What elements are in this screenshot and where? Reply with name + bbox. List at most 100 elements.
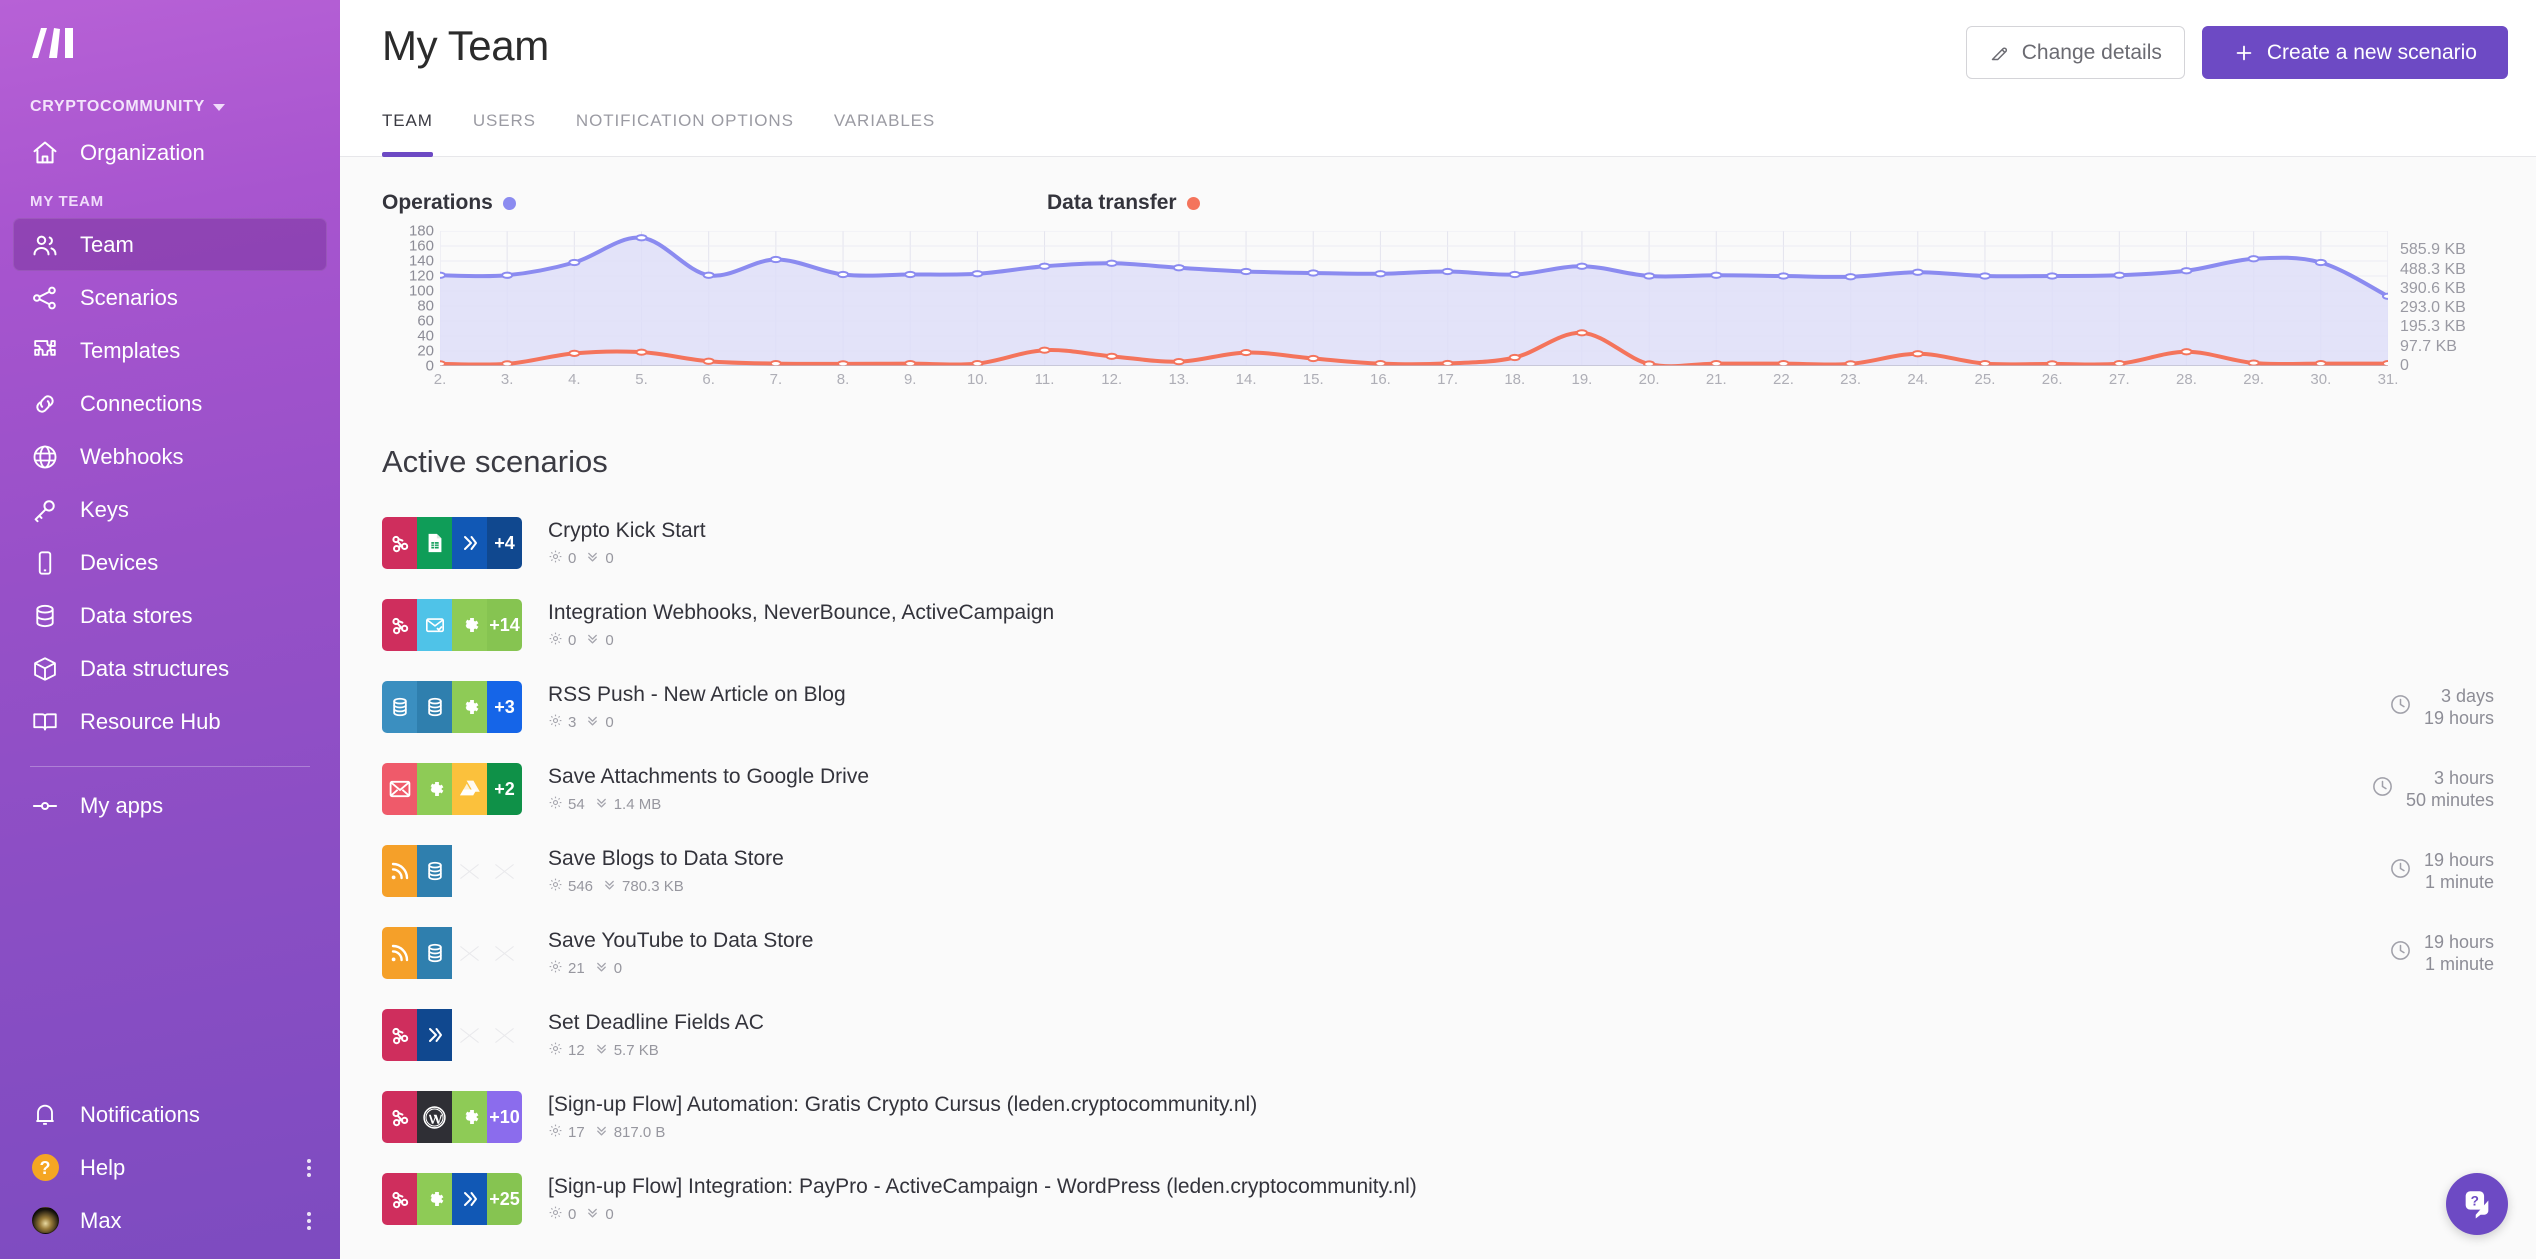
scenario-name[interactable]: [Sign-up Flow] Automation: Gratis Crypto… — [548, 1093, 1257, 1117]
scenario-row[interactable]: Set Deadline Fields AC 12 5.7 KB — [382, 994, 2494, 1076]
tile-mail-check-icon — [417, 599, 452, 651]
apps-node-icon — [30, 791, 60, 821]
tile-empty — [452, 927, 487, 979]
x-axis-tick: 14. — [1235, 371, 1257, 388]
scenario-transfer: 5.7 KB — [594, 1041, 659, 1060]
sidebar-item-label: Organization — [80, 139, 205, 165]
tile-database-icon — [382, 681, 417, 733]
y-axis-right-tick: 488.3 KB — [2400, 260, 2466, 278]
scenario-info: Crypto Kick Start 0 0 — [548, 519, 706, 568]
book-icon — [30, 707, 60, 737]
y-axis-right-tick: 195.3 KB — [2400, 318, 2466, 336]
sidebar-item-team[interactable]: Team — [13, 218, 327, 271]
x-axis-tick: 3. — [500, 371, 514, 388]
scenario-name[interactable]: Save Blogs to Data Store — [548, 847, 784, 871]
tab-team[interactable]: TEAM — [382, 103, 453, 157]
tile-google-sheets-icon — [417, 517, 452, 569]
sidebar-item-label: Connections — [80, 390, 203, 416]
help-chat-icon: ? — [2465, 1191, 2489, 1219]
sidebar-item-my-apps[interactable]: My apps — [13, 779, 327, 832]
tile-empty — [487, 927, 522, 979]
y-axis-right-tick: 585.9 KB — [2400, 241, 2466, 259]
user-menu-button[interactable] — [307, 1211, 311, 1230]
sidebar-item-user[interactable]: Max — [13, 1194, 327, 1247]
scenario-name[interactable]: RSS Push - New Article on Blog — [548, 683, 846, 707]
sidebar-item-scenarios[interactable]: Scenarios — [13, 271, 327, 324]
scenario-name[interactable]: Save Attachments to Google Drive — [548, 765, 869, 789]
logo[interactable] — [0, 0, 340, 74]
sidebar-item-data-structures[interactable]: Data structures — [13, 642, 327, 695]
tile-empty — [452, 845, 487, 897]
scenario-next-run-line2: 50 minutes — [2405, 790, 2494, 810]
chevrons-down-icon — [602, 877, 617, 896]
sidebar-item-keys[interactable]: Keys — [13, 483, 327, 536]
x-axis-tick: 2. — [433, 371, 447, 388]
scenario-operations-value: 12 — [568, 1041, 585, 1059]
key-icon — [30, 495, 60, 525]
bell-icon — [30, 1100, 60, 1130]
scenario-name[interactable]: Save YouTube to Data Store — [548, 929, 813, 953]
scenario-name[interactable]: Crypto Kick Start — [548, 519, 706, 543]
tab-notification-options[interactable]: NOTIFICATION OPTIONS — [556, 103, 814, 157]
x-axis-labels: 2. 3. 4. 5. 6. 7. 8. 9. 10. 11. 12. 13. 14. 15. 16. 17.… — [434, 371, 2399, 395]
create-scenario-button[interactable]: Create a new scenario — [2201, 26, 2508, 79]
tile-webhook-icon — [382, 517, 417, 569]
header-actions: Change details Create a new scenario — [1965, 22, 2508, 79]
scenario-next-run-line1: 3 hours — [2433, 767, 2494, 788]
x-axis-tick: 10. — [966, 371, 988, 388]
tile-chevrons-right-icon — [452, 1173, 487, 1225]
link-icon — [30, 389, 60, 419]
scenario-app-tiles: +3 — [382, 681, 522, 733]
scenario-row[interactable]: Save YouTube to Data Store 21 0 19 hours 1 m… — [382, 912, 2494, 994]
tile-google-drive-icon — [452, 763, 487, 815]
scenario-row[interactable]: +14 Integration Webhooks, NeverBounce, Ac… — [382, 584, 2494, 666]
globe-icon — [30, 442, 60, 472]
tab-users[interactable]: USERS — [453, 103, 556, 157]
tab-variables[interactable]: VARIABLES — [814, 103, 955, 157]
scenario-operations: 54 — [548, 795, 585, 814]
scenario-row[interactable]: +2 Save Attachments to Google Drive 54 1.4 … — [382, 748, 2494, 830]
scenario-name[interactable]: Set Deadline Fields AC — [548, 1011, 764, 1035]
scenario-row[interactable]: +25 [Sign-up Flow] Integration: PayPro - … — [382, 1158, 2494, 1240]
scenario-app-tiles: +2 — [382, 763, 522, 815]
help-menu-button[interactable] — [307, 1158, 311, 1177]
x-axis-tick: 8. — [836, 371, 850, 388]
sidebar-item-help[interactable]: ? Help — [13, 1141, 327, 1194]
change-details-button[interactable]: Change details — [1965, 26, 2185, 79]
scenario-app-tiles — [382, 927, 522, 979]
sidebar-item-label: Devices — [80, 549, 159, 575]
x-axis-tick: 25. — [1974, 371, 1996, 388]
scenario-operations-value: 0 — [568, 549, 577, 567]
sidebar-item-notifications[interactable]: Notifications — [13, 1088, 327, 1141]
org-switcher[interactable]: CRYPTOCOMMUNITY — [0, 74, 340, 126]
sidebar-item-resource-hub[interactable]: Resource Hub — [13, 695, 327, 748]
sidebar-item-templates[interactable]: Templates — [13, 324, 327, 377]
users-icon — [30, 230, 60, 260]
tile-gear-icon — [417, 763, 452, 815]
scenario-name[interactable]: Integration Webhooks, NeverBounce, Activ… — [548, 601, 1054, 625]
chart-legend: Operations Data transfer — [382, 183, 2494, 223]
content-scroll: Operations Data transfer 180 160 140 120 100… — [340, 157, 2536, 1259]
chart-plot[interactable] — [440, 231, 2388, 366]
scenario-row[interactable]: Save Blogs to Data Store 546 780.3 KB 19 ho… — [382, 830, 2494, 912]
scenario-transfer-value: 0 — [613, 959, 623, 977]
scenario-transfer: 0 — [585, 549, 614, 568]
help-chat-button[interactable]: ? — [2446, 1173, 2508, 1235]
sidebar-item-data-stores[interactable]: Data stores — [13, 589, 327, 642]
y-axis-left-tick: 0 — [425, 357, 434, 375]
y-axis-right-tick: 0 — [2400, 357, 2409, 374]
scenario-name[interactable]: [Sign-up Flow] Integration: PayPro - Act… — [548, 1175, 1417, 1199]
sidebar-item-connections[interactable]: Connections — [13, 377, 327, 430]
sidebar-item-webhooks[interactable]: Webhooks — [13, 430, 327, 483]
tile-webhook-icon — [382, 599, 417, 651]
sidebar-item-organization[interactable]: Organization — [13, 126, 327, 179]
sidebar-item-devices[interactable]: Devices — [13, 536, 327, 589]
scenario-info: Save Attachments to Google Drive 54 1.4 MB — [548, 765, 869, 814]
scenario-row[interactable]: +10 [Sign-up Flow] Automation: Gratis Cry… — [382, 1076, 2494, 1158]
scenario-row[interactable]: +4 Crypto Kick Start 0 0 — [382, 502, 2494, 584]
tile-empty — [487, 1009, 522, 1061]
active-scenarios-section: Active scenarios +4 Crypto Kick Start 0 0 +1… — [340, 396, 2536, 1240]
chart-series-operations — [440, 235, 2388, 366]
avatar — [30, 1206, 60, 1236]
scenario-row[interactable]: +3 RSS Push - New Article on Blog 3 0 3 days… — [382, 666, 2494, 748]
